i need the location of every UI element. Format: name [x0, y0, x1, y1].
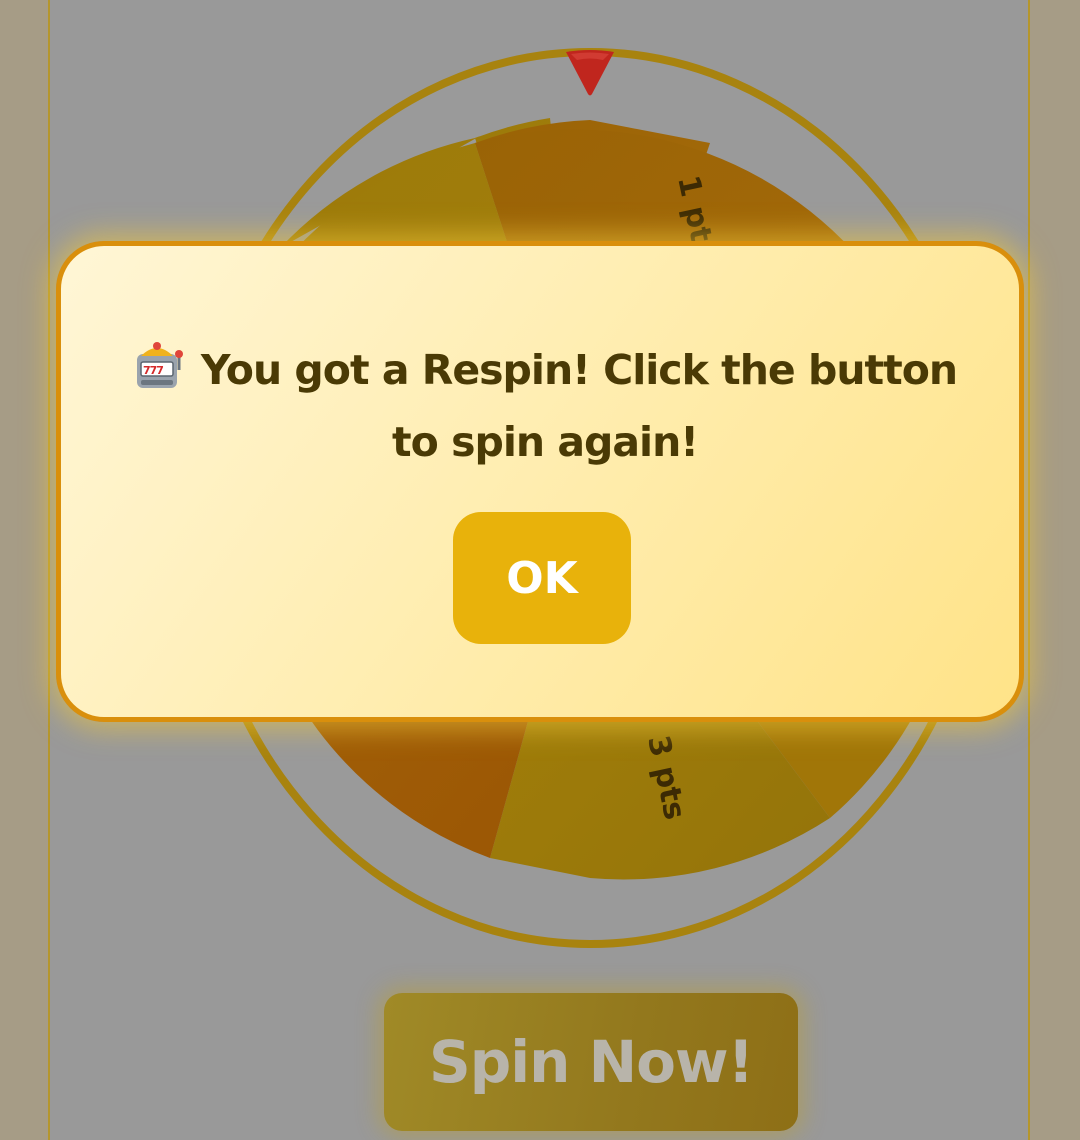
dialog-message-container: 777 You got a Respin! Click the button t… — [121, 334, 969, 478]
svg-text:777: 777 — [143, 364, 163, 377]
respin-dialog: 777 You got a Respin! Click the button t… — [56, 241, 1024, 722]
spin-now-button[interactable]: Spin Now! — [384, 993, 798, 1131]
dialog-message: You got a Respin! Click the button to sp… — [200, 346, 958, 466]
ok-button[interactable]: OK — [453, 512, 631, 644]
slot-machine-icon: 777 — [136, 342, 183, 388]
wheel-pointer-icon — [566, 50, 614, 96]
